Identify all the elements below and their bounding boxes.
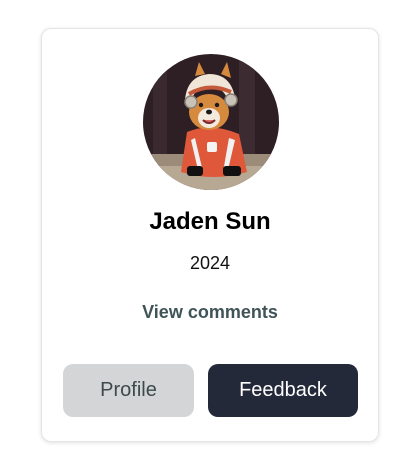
view-comments-link[interactable]: View comments [42, 300, 378, 324]
profile-button[interactable]: Profile [63, 364, 194, 417]
profile-name: Jaden Sun [149, 208, 271, 235]
corgi-avatar-image [143, 54, 279, 190]
feedback-button[interactable]: Feedback [208, 364, 358, 417]
profile-year: 2024 [189, 253, 231, 273]
profile-card: Jaden Sun 2024 View comments Profile Fee… [41, 28, 379, 442]
avatar [143, 54, 279, 190]
